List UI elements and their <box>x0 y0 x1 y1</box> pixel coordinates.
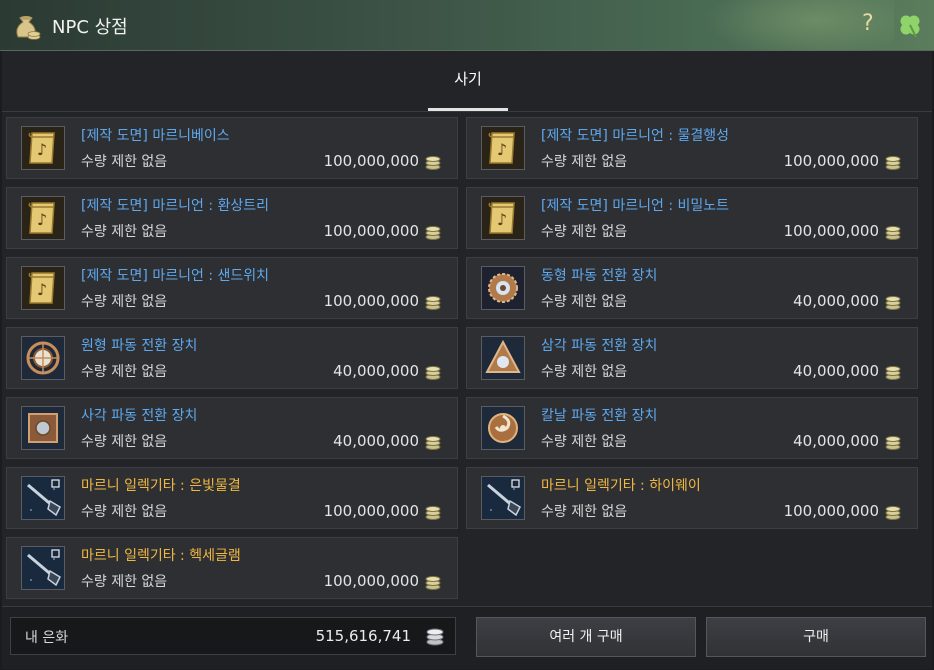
svg-text:♪: ♪ <box>37 210 47 229</box>
item-name: 동형 파동 전환 장치 <box>541 268 658 284</box>
scroll-icon: ♪ <box>481 196 525 240</box>
item-name: 칼날 파동 전환 장치 <box>541 408 658 424</box>
title-bar: NPC 상점 ? <box>0 0 934 62</box>
shop-item[interactable]: 원형 파동 전환 장치수량 제한 없음 40,000,000 <box>6 327 458 389</box>
item-name: 사각 파동 전환 장치 <box>81 408 198 424</box>
silver-coin-icon <box>885 434 901 450</box>
my-silver-label: 내 은화 <box>25 630 69 646</box>
silver-coin-icon <box>425 434 441 450</box>
money-bag-icon <box>16 16 41 40</box>
silver-coin-icon <box>425 364 441 380</box>
scroll-icon: ♪ <box>21 126 65 170</box>
item-purchase-limit: 수량 제한 없음 <box>81 574 168 590</box>
multi-buy-button[interactable]: 여러 개 구매 <box>476 617 696 657</box>
item-purchase-limit: 수량 제한 없음 <box>541 154 628 170</box>
footer: 내 은화 515,616,741 여러 개 구매 구매 <box>2 606 932 669</box>
item-price: 40,000,000 <box>793 292 879 310</box>
item-name: 마르니 일렉기타 : 은빛물결 <box>81 478 241 494</box>
shop-item[interactable]: 마르니 일렉기타 : 헥세글램수량 제한 없음 100,000,000 <box>6 537 458 599</box>
silver-coin-icon <box>425 224 441 240</box>
tab-active-indicator <box>428 108 508 111</box>
svg-text:♪: ♪ <box>37 280 47 299</box>
item-price: 100,000,000 <box>323 502 419 520</box>
svg-text:♪: ♪ <box>497 140 507 159</box>
silver-coin-icon <box>425 504 441 520</box>
item-name: 마르니 일렉기타 : 헥세글램 <box>81 548 241 564</box>
guitar-icon <box>21 476 65 520</box>
gear-device-icon <box>481 266 525 310</box>
item-name: [제작 도면] 마르니언 : 환상트리 <box>81 198 270 214</box>
item-purchase-limit: 수량 제한 없음 <box>541 434 628 450</box>
item-purchase-limit: 수량 제한 없음 <box>81 294 168 310</box>
silver-coin-icon <box>885 224 901 240</box>
item-purchase-limit: 수량 제한 없음 <box>81 224 168 240</box>
silver-coin-icon <box>885 504 901 520</box>
item-price: 100,000,000 <box>783 222 879 240</box>
shop-item[interactable]: 칼날 파동 전환 장치수량 제한 없음 40,000,000 <box>466 397 918 459</box>
shop-item[interactable]: 사각 파동 전환 장치수량 제한 없음 40,000,000 <box>6 397 458 459</box>
silver-coin-icon <box>426 628 444 646</box>
shop-item[interactable]: ♪ [제작 도면] 마르니베이스수량 제한 없음 100,000,000 <box>6 117 458 179</box>
shop-item[interactable]: 마르니 일렉기타 : 하이웨이수량 제한 없음 100,000,000 <box>466 467 918 529</box>
shop-item[interactable]: ♪ [제작 도면] 마르니언 : 환상트리수량 제한 없음 100,000,000 <box>6 187 458 249</box>
shop-item[interactable]: ♪ [제작 도면] 마르니언 : 샌드위치수량 제한 없음 100,000,000 <box>6 257 458 319</box>
item-name: [제작 도면] 마르니언 : 비밀노트 <box>541 198 730 214</box>
item-purchase-limit: 수량 제한 없음 <box>541 294 628 310</box>
silver-coin-icon <box>425 574 441 590</box>
shop-item[interactable]: 마르니 일렉기타 : 은빛물결수량 제한 없음 100,000,000 <box>6 467 458 529</box>
shop-item[interactable]: 동형 파동 전환 장치수량 제한 없음 40,000,000 <box>466 257 918 319</box>
item-price: 100,000,000 <box>783 502 879 520</box>
svg-text:♪: ♪ <box>497 210 507 229</box>
silver-coin-icon <box>885 364 901 380</box>
item-name: [제작 도면] 마르니언 : 물결행성 <box>541 128 730 144</box>
scroll-icon: ♪ <box>21 196 65 240</box>
shop-panel: 사기 ♪ [제작 도면] 마르니베이스수량 제한 없음 100,000,000 ♪ [제… <box>2 51 932 669</box>
shop-item[interactable]: ♪ [제작 도면] 마르니언 : 물결행성수량 제한 없음 100,000,000 <box>466 117 918 179</box>
my-silver-value: 515,616,741 <box>315 627 411 645</box>
silver-coin-icon <box>885 154 901 170</box>
item-purchase-limit: 수량 제한 없음 <box>81 364 168 380</box>
item-price: 100,000,000 <box>783 152 879 170</box>
square-device-icon <box>21 406 65 450</box>
tab-buy[interactable]: 사기 <box>428 51 508 109</box>
buy-button[interactable]: 구매 <box>706 617 926 657</box>
triangle-device-icon <box>481 336 525 380</box>
item-price: 100,000,000 <box>323 222 419 240</box>
shop-item[interactable]: 삼각 파동 전환 장치수량 제한 없음 40,000,000 <box>466 327 918 389</box>
item-price: 100,000,000 <box>323 572 419 590</box>
item-price: 40,000,000 <box>333 432 419 450</box>
item-name: 마르니 일렉기타 : 하이웨이 <box>541 478 701 494</box>
item-purchase-limit: 수량 제한 없음 <box>81 154 168 170</box>
help-icon[interactable]: ? <box>862 11 874 36</box>
item-price: 40,000,000 <box>333 362 419 380</box>
circle-device-icon <box>21 336 65 380</box>
item-purchase-limit: 수량 제한 없음 <box>541 504 628 520</box>
item-price: 100,000,000 <box>323 152 419 170</box>
item-purchase-limit: 수량 제한 없음 <box>541 364 628 380</box>
silver-coin-icon <box>425 154 441 170</box>
clover-icon[interactable] <box>896 11 924 39</box>
item-purchase-limit: 수량 제한 없음 <box>81 434 168 450</box>
guitar-icon <box>21 546 65 590</box>
scroll-icon: ♪ <box>21 266 65 310</box>
silver-coin-icon <box>425 294 441 310</box>
svg-text:♪: ♪ <box>37 140 47 159</box>
item-purchase-limit: 수량 제한 없음 <box>81 504 168 520</box>
tab-bar: 사기 <box>2 51 932 112</box>
scroll-icon: ♪ <box>481 126 525 170</box>
guitar-icon <box>481 476 525 520</box>
my-silver-box: 내 은화 515,616,741 <box>10 617 456 655</box>
item-price: 40,000,000 <box>793 362 879 380</box>
item-price: 40,000,000 <box>793 432 879 450</box>
item-name: [제작 도면] 마르니언 : 샌드위치 <box>81 268 270 284</box>
window-title: NPC 상점 <box>52 17 128 38</box>
item-purchase-limit: 수량 제한 없음 <box>541 224 628 240</box>
item-name: [제작 도면] 마르니베이스 <box>81 128 230 144</box>
item-name: 삼각 파동 전환 장치 <box>541 338 658 354</box>
item-name: 원형 파동 전환 장치 <box>81 338 198 354</box>
silver-coin-icon <box>885 294 901 310</box>
shop-item[interactable]: ♪ [제작 도면] 마르니언 : 비밀노트수량 제한 없음 100,000,000 <box>466 187 918 249</box>
item-price: 100,000,000 <box>323 292 419 310</box>
blade-device-icon <box>481 406 525 450</box>
